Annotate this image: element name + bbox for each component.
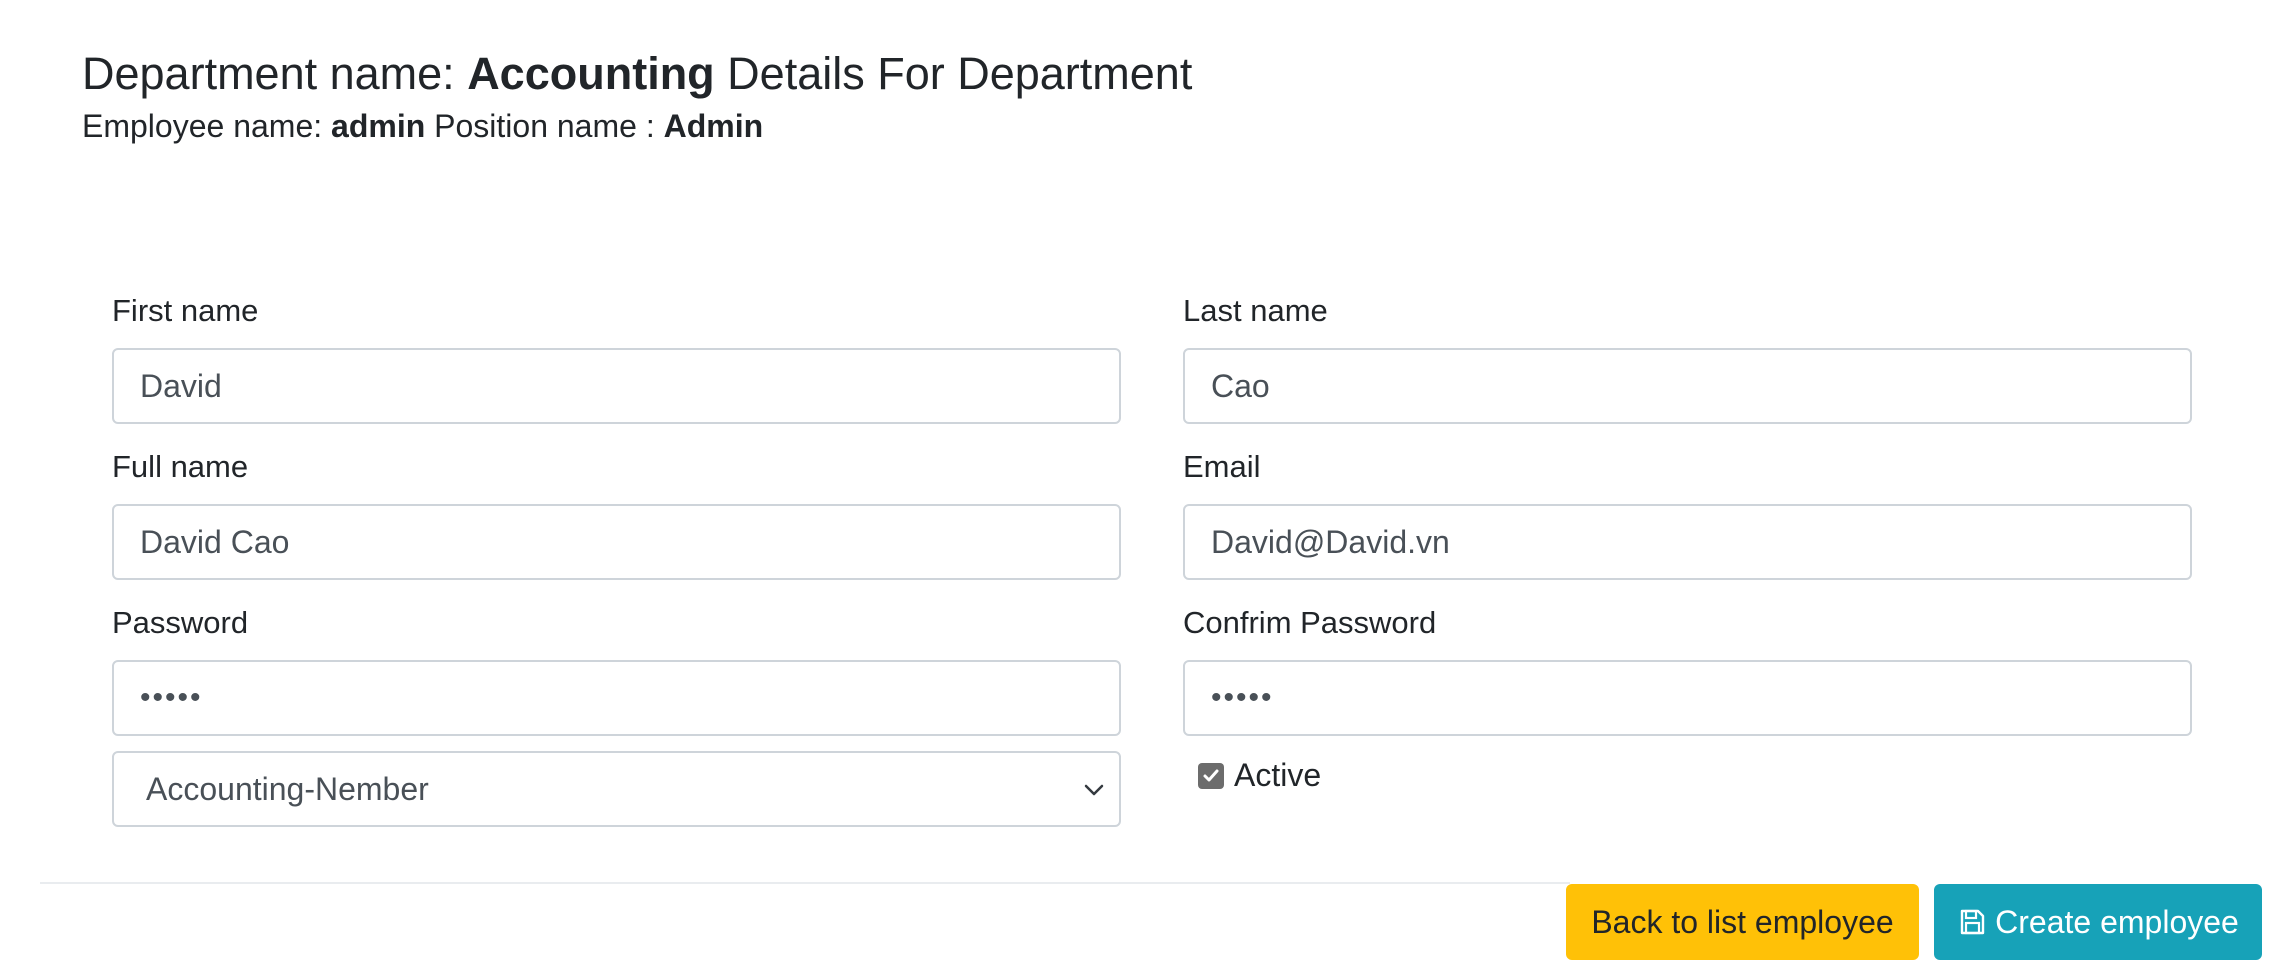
employee-create-page: Department name: Accounting Details For … [0,0,2272,978]
confirm-password-label: Confrim Password [1183,605,1437,640]
create-employee-button[interactable]: Create employee [1934,884,2262,960]
chevron-down-icon [1084,784,1104,796]
last-name-input[interactable]: Cao [1183,348,2192,424]
first-name-value: David [140,367,222,404]
confirm-password-input[interactable]: ••••• [1183,660,2192,736]
email-input[interactable]: David@David.vn [1183,504,2192,580]
password-input[interactable]: ••••• [112,660,1121,736]
active-label: Active [1234,757,1322,793]
full-name-label: Full name [112,449,249,484]
create-employee-label: Create employee [1995,903,2239,940]
position-select-value: Accounting-Nember [146,770,429,807]
position-select[interactable]: Accounting-Nember [112,751,1121,827]
active-checkbox[interactable] [1198,762,1224,789]
first-name-input[interactable]: David [112,348,1121,424]
password-label: Password [112,605,249,640]
last-name-label: Last name [1183,293,1328,328]
department-suffix: Details For Department [714,48,1193,99]
back-to-list-button[interactable]: Back to list employee [1566,884,1919,960]
position-prefix: Position name : [425,108,664,144]
page-title: Department name: Accounting Details For … [82,44,1192,104]
full-name-value: David Cao [140,523,290,560]
checkmark-icon [1203,769,1219,781]
confirm-password-value: ••••• [1211,681,1274,714]
page-header: Department name: Accounting Details For … [82,44,1192,148]
full-name-input[interactable]: David Cao [112,504,1121,580]
last-name-value: Cao [1211,367,1270,404]
page-subtitle: Employee name: admin Position name : Adm… [82,104,1192,148]
first-name-label: First name [112,293,259,328]
back-to-list-label: Back to list employee [1591,903,1894,940]
email-value: David@David.vn [1211,523,1450,560]
active-toggle[interactable]: Active [1198,757,1321,794]
department-prefix: Department name: [82,48,468,99]
email-label: Email [1183,449,1261,484]
password-value: ••••• [140,681,203,714]
employee-prefix: Employee name: [82,108,332,144]
position-name: Admin [663,108,764,144]
save-icon [1960,909,1985,935]
footer-divider [40,882,1570,884]
department-name: Accounting [467,48,715,99]
employee-name: admin [331,108,426,144]
